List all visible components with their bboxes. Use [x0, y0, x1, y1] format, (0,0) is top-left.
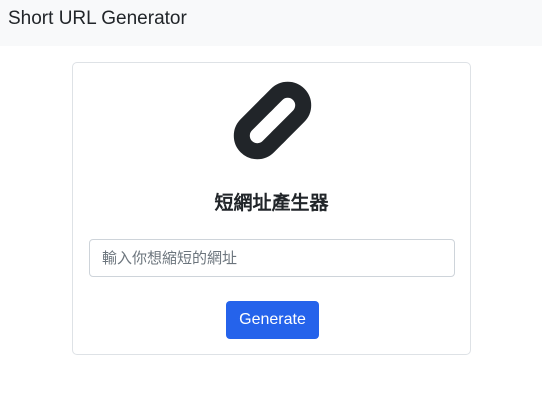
link-icon	[233, 81, 312, 160]
url-input[interactable]	[89, 239, 455, 277]
card-title: 短網址產生器	[214, 192, 329, 214]
navbar-brand[interactable]: Short URL Generator	[8, 9, 187, 28]
generate-button[interactable]: Generate	[226, 301, 319, 339]
url-generator-card: 短網址產生器 Generate	[72, 62, 471, 355]
navbar: Short URL Generator	[0, 0, 542, 46]
